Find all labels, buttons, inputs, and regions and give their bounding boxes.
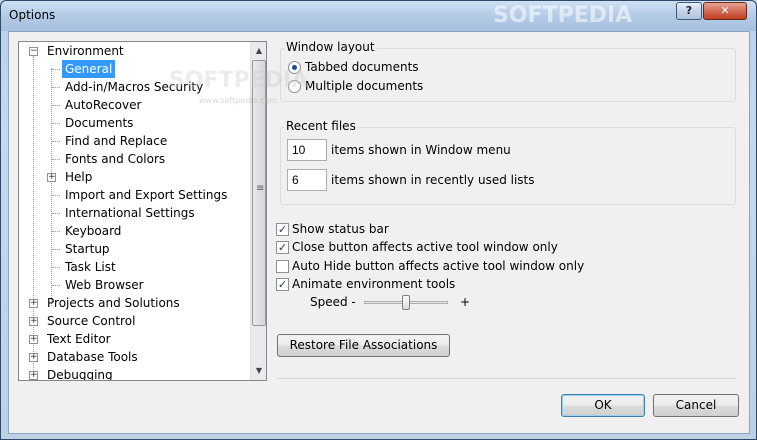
tree-guide-line [52,213,60,214]
collapse-icon[interactable]: − [29,47,38,56]
tree-guide-line [52,249,60,250]
close-button-label[interactable]: Close button affects active tool window … [292,240,558,254]
multiple-documents-label[interactable]: Multiple documents [305,79,423,93]
tree-node-label: International Settings [65,206,195,220]
animate-tools-checkbox[interactable]: ✓ [276,278,289,291]
show-status-bar-label[interactable]: Show status bar [292,222,389,236]
tree-node-label: Projects and Solutions [47,296,180,310]
tree-node-label: Source Control [47,314,136,328]
tree-node-label: Find and Replace [65,134,168,148]
separator [277,378,736,379]
tree-node-label: Text Editor [47,332,111,346]
tree-node-source-control[interactable]: + Source Control [19,312,250,330]
tree-node-international[interactable]: International Settings [19,204,250,222]
expand-icon[interactable]: + [29,335,38,344]
tree-node-help[interactable]: + Help [19,168,250,186]
tabbed-documents-label[interactable]: Tabbed documents [305,60,419,74]
tree-node-import-export[interactable]: Import and Export Settings [19,186,250,204]
expand-icon[interactable]: + [47,173,56,182]
auto-hide-label[interactable]: Auto Hide button affects active tool win… [292,259,584,273]
tree-node-label: Task List [65,260,116,274]
tree-node-label: Web Browser [65,278,144,292]
tree-node-label: Keyboard [65,224,122,238]
tree-node-label: Documents [65,116,134,130]
expand-icon[interactable]: + [29,299,38,308]
tree-guide-line [52,105,60,106]
tree-node-label: Environment [47,44,124,58]
close-button-checkbox[interactable]: ✓ [276,241,289,254]
watermark-url: www.softpedia.com [199,96,278,105]
dialog-client-area: − Environment General Add-in/Macros Secu… [8,31,750,434]
tree-node-text-editor[interactable]: + Text Editor [19,330,250,348]
window-menu-count-input[interactable] [287,139,327,161]
restore-file-associations-button[interactable]: Restore File Associations [277,334,450,357]
recent-files-group [280,127,736,205]
speed-label: Speed - [310,295,356,309]
animate-tools-label[interactable]: Animate environment tools [292,277,455,291]
tree-node-debugging[interactable]: + Debugging [19,366,250,380]
tree-node-label: Database Tools [47,350,138,364]
tree-node-label: Fonts and Colors [65,152,166,166]
tree-node-keyboard[interactable]: Keyboard [19,222,250,240]
tree-node-fonts-colors[interactable]: Fonts and Colors [19,150,250,168]
tree-guide-line [52,267,60,268]
tree-node-label: Import and Export Settings [65,188,228,202]
tree-guide-line [52,87,60,88]
window-title: Options [9,8,56,22]
window-menu-count-label: items shown in Window menu [331,143,511,157]
speed-plus-label: + [460,295,471,309]
tree-node-projects-solutions[interactable]: + Projects and Solutions [19,294,250,312]
tree-node-label: AutoRecover [65,98,142,112]
scroll-up-arrow-icon[interactable]: ▲ [251,42,266,59]
tree-node-find-replace[interactable]: Find and Replace [19,132,250,150]
title-bar[interactable]: Options SOFTPEDIA ? ✕ [1,1,756,31]
tree-node-environment[interactable]: − Environment [19,42,250,60]
tree-node-startup[interactable]: Startup [19,240,250,258]
close-button[interactable]: ✕ [703,2,747,20]
tree-node-task-list[interactable]: Task List [19,258,250,276]
tree-node-label: Startup [65,242,110,256]
window-layout-group [280,48,736,102]
cancel-button[interactable]: Cancel [653,394,739,417]
tree-guide-line [52,141,60,142]
scroll-down-arrow-icon[interactable]: ▼ [251,362,266,379]
tree-node-web-browser[interactable]: Web Browser [19,276,250,294]
tree-guide-line [52,159,60,160]
tree-guide-line [52,285,60,286]
expand-icon[interactable]: + [29,317,38,326]
watermark-logo: SOFTPEDIA [169,68,309,93]
recent-files-label: Recent files [284,119,358,133]
tree-node-label: Help [65,170,93,184]
tree-guide-line [52,123,60,124]
window-layout-label: Window layout [284,40,377,54]
tree-node-database-tools[interactable]: + Database Tools [19,348,250,366]
expand-icon[interactable]: + [29,353,38,362]
recent-lists-count-input[interactable] [287,169,327,191]
tree-node-documents[interactable]: Documents [19,114,250,132]
recent-lists-count-label: items shown in recently used lists [331,173,535,187]
watermark-logo: SOFTPEDIA [493,3,633,28]
tree-guide-line [52,231,60,232]
auto-hide-checkbox[interactable] [276,260,289,273]
show-status-bar-checkbox[interactable]: ✓ [276,223,289,236]
expand-icon[interactable]: + [29,371,38,380]
options-dialog: Options SOFTPEDIA ? ✕ − Environment Gene… [0,0,757,440]
help-button[interactable]: ? [676,2,702,20]
tree-node-label: Debugging [47,368,113,380]
ok-button[interactable]: OK [561,394,645,417]
tree-guide-line [52,195,60,196]
grip-icon: ≡ [256,183,265,194]
tree-guide-line [52,69,60,70]
speed-slider-thumb[interactable] [402,295,410,310]
tree-node-label: General [62,60,116,78]
